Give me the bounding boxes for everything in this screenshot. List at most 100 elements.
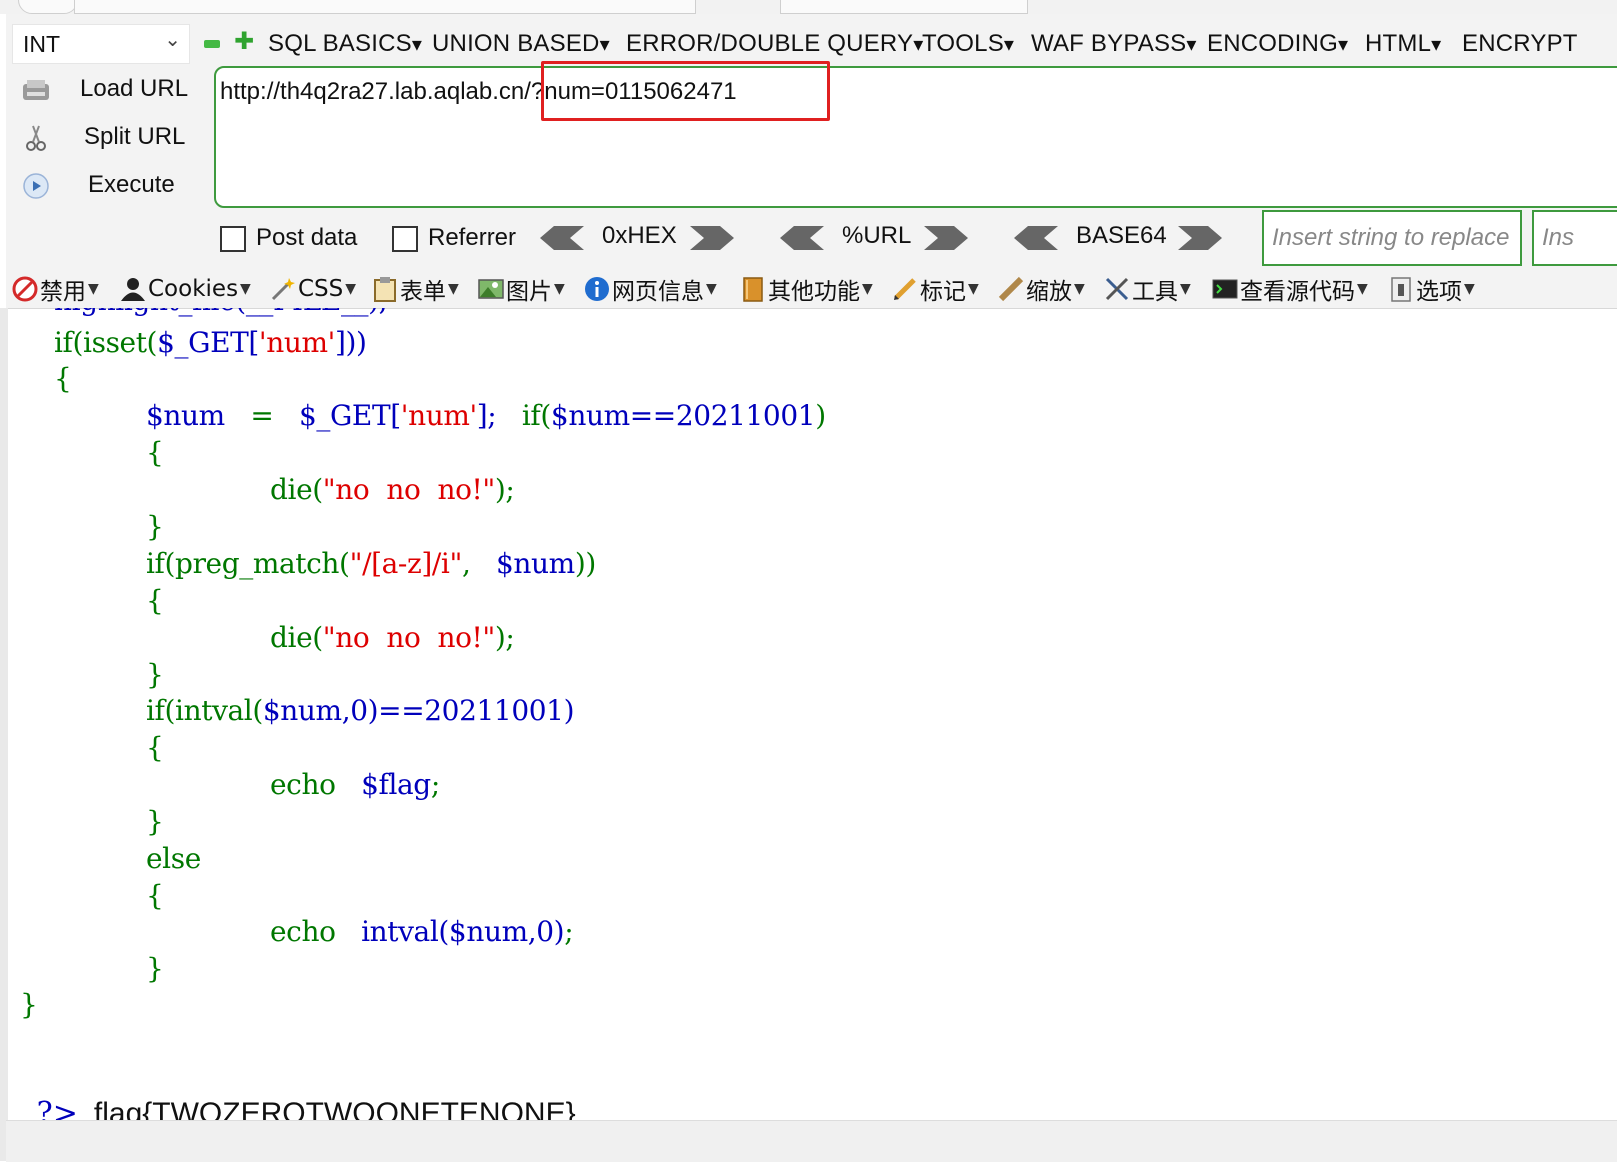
chevron-down-icon: ⌄ [164, 27, 181, 51]
info-icon [585, 277, 609, 301]
replace-string-input[interactable]: Insert string to replace [1262, 210, 1522, 266]
toolbar-form-label: 表单 [400, 279, 446, 305]
browser-tab[interactable] [780, 0, 1028, 14]
load-url-label: Load URL [80, 75, 189, 102]
scissors-icon [26, 125, 46, 151]
hex-label: 0xHEX [602, 222, 677, 249]
highlight-box-annotation [541, 61, 830, 121]
toolbar-css[interactable]: CSS ▼ [270, 274, 356, 304]
base64-encode-arrow-icon[interactable] [1178, 226, 1222, 250]
split-url-button[interactable]: Split URL [16, 118, 206, 158]
toolbar-tools-label: 工具 [1132, 279, 1178, 305]
add-icon[interactable]: ✚ [234, 29, 256, 53]
toolbar-images-label: 图片 [506, 279, 552, 305]
toolbar-options[interactable]: 选项 ▼ [1388, 274, 1475, 305]
options-icon [1391, 277, 1411, 302]
book-icon [743, 277, 763, 302]
referrer-checkbox[interactable] [392, 226, 418, 252]
menu-sql-basics[interactable]: SQL BASICS▾ [268, 30, 422, 58]
play-icon [23, 173, 49, 199]
clipboard-icon [374, 277, 396, 302]
code-line-die: die("no no no!"); [270, 621, 515, 654]
toolbar-images[interactable]: 图片 ▼ [478, 274, 565, 305]
code-line-brace: { [146, 731, 164, 764]
toolbar-cookies[interactable]: Cookies ▼ [120, 274, 251, 304]
post-data-checkbox[interactable] [220, 226, 246, 252]
code-line-brace: } [146, 805, 164, 838]
base64-label: BASE64 [1076, 222, 1167, 249]
toolbar-tools[interactable]: 工具 ▼ [1104, 274, 1191, 305]
toolbar-disable-label: 禁用 [40, 279, 86, 305]
toolbar-cookies-label: Cookies [148, 276, 239, 302]
url-encode-label: %URL [842, 222, 912, 249]
code-line-echo-flag: echo $flag; [270, 768, 440, 801]
image-icon [478, 279, 504, 299]
toolbar-disable[interactable]: 禁用 ▼ [12, 274, 99, 305]
menu-encrypt[interactable]: ENCRYPT [1462, 30, 1578, 58]
code-line-brace: } [146, 952, 164, 985]
code-line-brace: } [146, 510, 164, 543]
toolbar-mark-label: 标记 [920, 279, 966, 305]
menu-union-based[interactable]: UNION BASED▾ [432, 30, 610, 58]
code-line-brace: { [54, 362, 72, 395]
browser-tab-strip [0, 0, 1617, 14]
pencil-icon [894, 278, 916, 300]
menu-html[interactable]: HTML▾ [1365, 30, 1441, 58]
code-line-intval-check: if(intval($num,0)==20211001) [146, 694, 575, 727]
magic-wand-icon [271, 278, 295, 301]
code-line-preg-match: if(preg_match("/[a-z]/i", $num)) [146, 547, 596, 580]
ruler-icon [998, 276, 1024, 302]
base64-decode-arrow-icon[interactable] [1014, 226, 1058, 250]
toolbar-page-info-label: 网页信息 [612, 279, 704, 305]
split-url-label: Split URL [84, 123, 186, 150]
menu-waf-bypass[interactable]: WAF BYPASS▾ [1031, 30, 1197, 58]
referrer-label: Referrer [428, 224, 517, 251]
load-url-icon [23, 80, 49, 100]
toolbar-view-source-label: 查看源代码 [1240, 279, 1355, 305]
execute-label: Execute [88, 171, 175, 198]
replace-with-input[interactable]: Ins [1532, 210, 1617, 266]
toolbar-zoom[interactable]: 缩放 ▼ [998, 274, 1085, 305]
code-line-else: else [146, 842, 201, 875]
mode-select[interactable]: INT ⌄ [12, 24, 190, 64]
toolbar-page-info[interactable]: 网页信息 ▼ [584, 274, 717, 305]
toolbar-css-label: CSS [298, 276, 344, 302]
toolbar-view-source[interactable]: 查看源代码 ▼ [1212, 274, 1368, 305]
code-line-isset: if(isset($_GET['num'])) [54, 326, 367, 359]
load-url-button[interactable]: Load URL [16, 70, 206, 110]
code-line-brace: { [146, 584, 164, 617]
code-line-echo-intval: echo intval($num,0); [270, 915, 574, 948]
mode-select-value: INT [23, 31, 61, 57]
code-line-highlight-file: highlight_file(__FILE__); [54, 308, 388, 317]
toolbar-form[interactable]: 表单 ▼ [372, 274, 459, 305]
execute-button[interactable]: Execute [16, 166, 206, 206]
browser-tab[interactable] [74, 0, 696, 14]
toolbar-options-label: 选项 [1416, 279, 1462, 305]
url-decode-arrow-icon[interactable] [780, 226, 824, 250]
toolbar-misc[interactable]: 其他功能 ▼ [740, 274, 873, 305]
toolbar-zoom-label: 缩放 [1026, 279, 1072, 305]
url-encode-arrow-icon[interactable] [924, 226, 968, 250]
toolbar-misc-label: 其他功能 [768, 279, 860, 305]
menu-error-double-query[interactable]: ERROR/DOUBLE QUERY▾ [626, 30, 923, 58]
tools-icon [1105, 277, 1129, 301]
browser-tab[interactable] [18, 0, 78, 14]
hex-encode-arrow-icon[interactable] [690, 226, 734, 250]
toolbar-mark[interactable]: 标记 ▼ [892, 274, 979, 305]
replace-string-placeholder: Insert string to replace [1272, 224, 1510, 251]
hex-decode-arrow-icon[interactable] [540, 226, 584, 250]
post-data-label: Post data [256, 224, 358, 251]
code-line-assign: $num = $_GET['num']; if($num==20211001) [146, 399, 826, 432]
developer-toolbar: 禁用 ▼ Cookies ▼ CSS ▼ 表单 ▼ 图片 ▼ 网页信息 ▼ 其他功能 ▼ 标记… [6, 270, 1617, 309]
status-bar [6, 1120, 1617, 1162]
code-line-die: die("no no no!"); [270, 473, 515, 506]
terminal-icon [1212, 279, 1238, 299]
source-code-view: highlight_file(__FILE__); if(isset($_GET… [0, 308, 1617, 1028]
code-line-brace: } [20, 988, 38, 1021]
code-line-brace: { [146, 436, 164, 469]
code-line-brace: } [146, 658, 164, 691]
menu-tools[interactable]: TOOLS▾ [922, 30, 1014, 58]
collapse-icon[interactable] [204, 40, 220, 48]
disable-icon [12, 276, 38, 302]
menu-encoding[interactable]: ENCODING▾ [1207, 30, 1348, 58]
